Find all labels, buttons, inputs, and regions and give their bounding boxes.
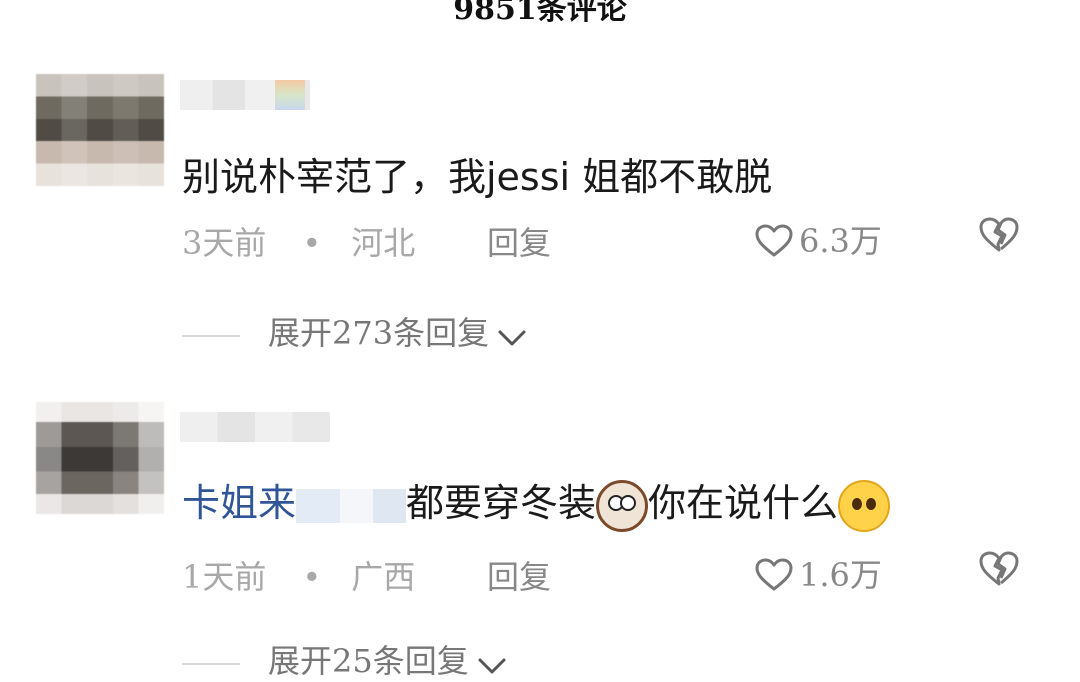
dislike-button[interactable] [978, 550, 1020, 592]
comment-text-main: 都要穿冬装 [406, 481, 597, 525]
like-count: 1.6万 [799, 556, 882, 594]
like-count: 6.3万 [799, 222, 882, 260]
heart-outline-icon [755, 224, 793, 257]
comment-text: 卡姐来 都要穿冬装 你在说什么 [182, 472, 891, 532]
like-button[interactable]: 1.6万 [755, 550, 882, 596]
comment-text-tail: 你在说什么 [648, 481, 839, 525]
reply-button[interactable]: 回复 [487, 552, 551, 598]
avatar[interactable] [36, 402, 164, 514]
comment-meta: 1天前 • 广西 回复 [182, 552, 551, 598]
comment-text: 别说朴宰范了，我jessi 姐都不敢脱 [182, 155, 773, 199]
username[interactable] [180, 80, 310, 110]
separator-dot: • [302, 558, 322, 596]
like-button[interactable]: 6.3万 [755, 216, 882, 262]
pleading-face-emoji-icon [838, 479, 891, 532]
surprised-dog-emoji-icon [596, 479, 649, 532]
comment-meta: 3天前 • 河北 回复 [182, 218, 551, 264]
separator-dot: • [302, 224, 322, 262]
dislike-button[interactable] [978, 216, 1020, 258]
mention-link[interactable]: 卡姐来 [182, 481, 296, 525]
avatar[interactable] [36, 74, 164, 186]
chevron-down-icon [478, 658, 506, 674]
comment-time: 3天前 [182, 224, 267, 262]
comment-location: 广西 [351, 558, 416, 596]
broken-heart-icon [979, 551, 1019, 586]
divider-line [182, 662, 240, 665]
comment-time: 1天前 [182, 558, 267, 596]
comment-location: 河北 [351, 224, 416, 262]
heart-outline-icon [755, 558, 793, 591]
broken-heart-icon [979, 217, 1019, 252]
comment-item: 卡姐来 都要穿冬装 你在说什么 1天前 • 广西 回复 1.6万 展开25条回复 [0, 330, 1080, 680]
expand-replies-label: 展开25条回复 [268, 642, 469, 680]
reply-button[interactable]: 回复 [487, 218, 551, 264]
comment-item: 别说朴宰范了，我jessi 姐都不敢脱 3天前 • 河北 回复 6.3万 展开273… [0, 0, 1080, 352]
expand-replies-button[interactable]: 展开25条回复 [182, 636, 507, 682]
username[interactable] [180, 412, 330, 442]
redacted-text [296, 488, 407, 523]
